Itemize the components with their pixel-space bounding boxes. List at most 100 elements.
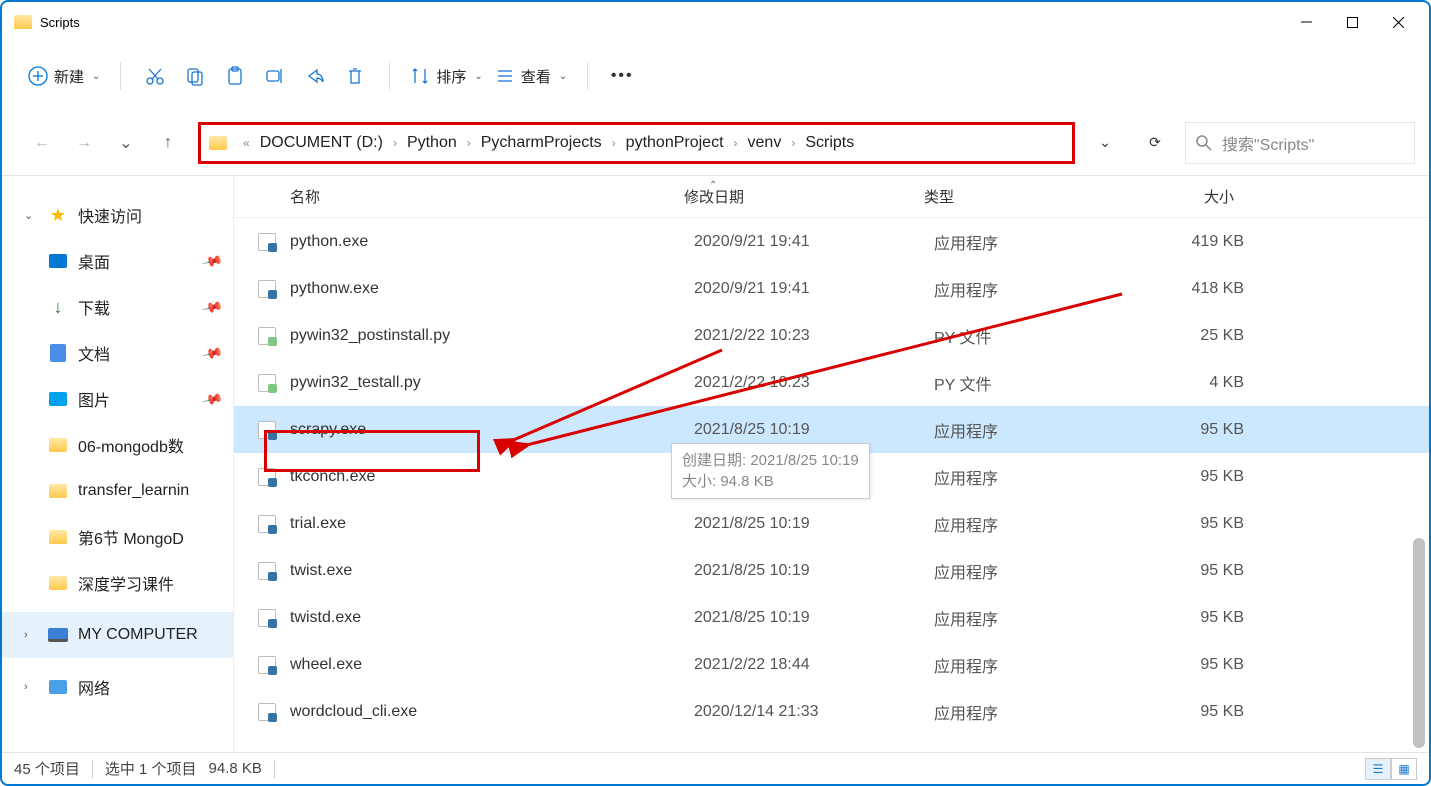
sidebar-item[interactable]: 桌面📌 [2, 238, 233, 284]
sidebar-item[interactable]: 06-mongodb数 [2, 422, 233, 468]
cut-button[interactable] [135, 56, 175, 96]
exe-file-icon [258, 468, 276, 486]
sidebar-item-label: 深度学习课件 [78, 571, 174, 595]
file-type: 应用程序 [934, 230, 1144, 254]
file-row[interactable]: pywin32_testall.py2021/2/22 10:23PY 文件4 … [234, 359, 1429, 406]
column-name[interactable]: 名称 [234, 186, 684, 207]
exe-file-icon [258, 609, 276, 627]
file-row[interactable]: wordcloud_cli.exe2020/12/14 21:33应用程序95 … [234, 688, 1429, 735]
file-type: PY 文件 [934, 324, 1144, 348]
file-date: 2021/2/22 10:23 [694, 374, 934, 392]
chevron-right-icon: › [24, 681, 38, 693]
column-headers: 名称 ⌃ 修改日期 类型 大小 [234, 176, 1429, 218]
sidebar-item[interactable]: transfer_learnin [2, 468, 233, 514]
breadcrumb-segment[interactable]: PycharmProjects [477, 134, 606, 152]
copy-button[interactable] [175, 56, 215, 96]
sidebar-item[interactable]: ↓下载📌 [2, 284, 233, 330]
file-row[interactable]: trial.exe2021/8/25 10:19应用程序95 KB [234, 500, 1429, 547]
sort-button[interactable]: 排序 ⌄ [404, 56, 488, 96]
up-button[interactable]: ↑ [154, 129, 182, 157]
titlebar: Scripts [2, 2, 1429, 42]
sidebar-item-label: 文档 [78, 341, 110, 365]
breadcrumb-segment[interactable]: Python [403, 134, 461, 152]
sidebar-network[interactable]: › 网络 [2, 664, 233, 710]
breadcrumb-segment[interactable]: DOCUMENT (D:) [256, 134, 387, 152]
minimize-button[interactable] [1283, 6, 1329, 38]
download-icon: ↓ [48, 297, 68, 317]
folder-icon [49, 576, 67, 590]
file-size: 95 KB [1144, 515, 1274, 533]
recent-button[interactable]: ⌄ [112, 129, 140, 157]
file-date: 2021/8/25 10:19 [694, 609, 934, 627]
exe-file-icon [258, 562, 276, 580]
address-dropdown-button[interactable]: ⌄ [1085, 122, 1125, 164]
paste-button[interactable] [215, 56, 255, 96]
sidebar-item-label: 06-mongodb数 [78, 433, 184, 457]
file-name: twist.exe [290, 562, 694, 580]
forward-button[interactable]: → [70, 129, 98, 157]
sidebar-my-computer[interactable]: › MY COMPUTER [2, 612, 233, 658]
sidebar-item-label: 第6节 MongoD [78, 525, 184, 549]
sidebar-item[interactable]: 图片📌 [2, 376, 233, 422]
sidebar-quick-access[interactable]: ⌄ ★ 快速访问 [2, 192, 233, 238]
file-type: 应用程序 [934, 277, 1144, 301]
view-button[interactable]: 查看 ⌄ [489, 56, 573, 96]
back-button[interactable]: ← [28, 129, 56, 157]
file-row[interactable]: pythonw.exe2020/9/21 19:41应用程序418 KB [234, 265, 1429, 312]
column-type[interactable]: 类型 [924, 186, 1134, 207]
rename-icon [265, 66, 285, 86]
more-button[interactable]: ••• [602, 56, 642, 96]
sidebar-item[interactable]: 深度学习课件 [2, 560, 233, 606]
details-view-toggle[interactable]: ☰ [1365, 758, 1391, 780]
folder-icon [49, 438, 67, 452]
chevron-left-icon: « [237, 136, 256, 150]
document-icon [50, 344, 66, 362]
column-date[interactable]: 修改日期 [684, 186, 924, 207]
network-icon [49, 680, 67, 694]
icons-view-toggle[interactable]: ▦ [1391, 758, 1417, 780]
file-size: 25 KB [1144, 327, 1274, 345]
tooltip-line: 大小: 94.8 KB [682, 471, 859, 492]
file-row[interactable]: twist.exe2021/8/25 10:19应用程序95 KB [234, 547, 1429, 594]
breadcrumb-segment[interactable]: Scripts [801, 134, 858, 152]
chevron-right-icon: › [728, 136, 744, 150]
scissors-icon [145, 66, 165, 86]
new-button[interactable]: 新建 ⌄ [22, 56, 106, 96]
sidebar-item[interactable]: 文档 📌 [2, 330, 233, 376]
status-item-count: 45 个项目 [14, 758, 80, 779]
exe-file-icon [258, 515, 276, 533]
file-type: 应用程序 [934, 606, 1144, 630]
search-icon [1196, 135, 1212, 151]
breadcrumb-segment[interactable]: venv [744, 134, 786, 152]
file-name: trial.exe [290, 515, 694, 533]
file-name: pythonw.exe [290, 280, 694, 298]
sidebar-item[interactable]: 第6节 MongoD [2, 514, 233, 560]
scrollbar-thumb[interactable] [1413, 538, 1425, 748]
column-size[interactable]: 大小 [1134, 186, 1264, 207]
file-type: 应用程序 [934, 559, 1144, 583]
file-row[interactable]: wheel.exe2021/2/22 18:44应用程序95 KB [234, 641, 1429, 688]
file-row[interactable]: twistd.exe2021/8/25 10:19应用程序95 KB [234, 594, 1429, 641]
file-size: 95 KB [1144, 703, 1274, 721]
close-button[interactable] [1375, 6, 1421, 38]
file-size: 419 KB [1144, 233, 1274, 251]
rename-button[interactable] [255, 56, 295, 96]
file-row[interactable]: python.exe2020/9/21 19:41应用程序419 KB [234, 218, 1429, 265]
file-name: scrapy.exe [290, 421, 694, 439]
vertical-scrollbar[interactable] [1411, 218, 1427, 752]
ellipsis-icon: ••• [611, 67, 634, 85]
breadcrumb[interactable]: « DOCUMENT (D:) › Python › PycharmProjec… [198, 122, 1075, 164]
computer-icon [48, 628, 68, 642]
sidebar-item-label: 图片 [78, 387, 110, 411]
maximize-button[interactable] [1329, 6, 1375, 38]
breadcrumb-segment[interactable]: pythonProject [622, 134, 728, 152]
share-button[interactable] [295, 56, 335, 96]
window-title: Scripts [40, 15, 80, 30]
file-row[interactable]: pywin32_postinstall.py2021/2/22 10:23PY … [234, 312, 1429, 359]
file-size: 4 KB [1144, 374, 1274, 392]
search-input[interactable]: 搜索"Scripts" [1185, 122, 1415, 164]
delete-button[interactable] [335, 56, 375, 96]
refresh-button[interactable]: ⟳ [1135, 122, 1175, 164]
pin-icon: 📌 [200, 341, 224, 364]
file-type: 应用程序 [934, 700, 1144, 724]
